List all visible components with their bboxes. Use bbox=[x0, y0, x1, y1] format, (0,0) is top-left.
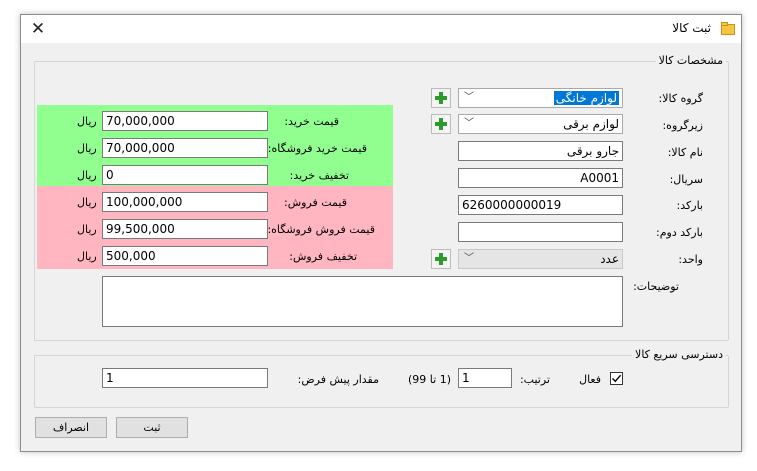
purchase-discount-currency: ریال bbox=[77, 169, 97, 182]
store-sale-price-currency: ریال bbox=[77, 223, 97, 236]
serial-label: سریال: bbox=[669, 173, 703, 186]
description-label: توضیحات: bbox=[633, 280, 679, 293]
check-icon bbox=[612, 374, 622, 383]
folder-icon bbox=[721, 22, 735, 35]
name-label: نام کالا: bbox=[667, 146, 703, 159]
chevron-down-icon: ﹀ bbox=[464, 118, 474, 129]
sale-price-input[interactable]: 100,000,000 bbox=[102, 192, 268, 212]
chevron-down-icon: ﹀ bbox=[464, 92, 474, 103]
order-input[interactable]: 1 bbox=[458, 368, 512, 388]
barcode2-label: بارکد دوم: bbox=[656, 226, 703, 239]
barcode2-input[interactable] bbox=[458, 222, 623, 242]
group-select-value: لوازم خانگی bbox=[553, 91, 619, 105]
add-group-button[interactable] bbox=[431, 88, 451, 108]
purchase-discount-label: تخفیف خرید: bbox=[289, 169, 349, 182]
close-icon: ✕ bbox=[30, 19, 46, 39]
sale-discount-input[interactable]: 500,000 bbox=[102, 246, 268, 266]
subgroup-select-value: لوازم برقی bbox=[563, 117, 619, 131]
barcode-input[interactable]: 6260000000019 bbox=[458, 195, 623, 215]
plus-icon bbox=[435, 253, 447, 265]
order-label: ترتیب: bbox=[519, 373, 550, 386]
purchase-price-currency: ریال bbox=[77, 115, 97, 128]
purchase-price-label: قیمت خرید: bbox=[284, 115, 339, 128]
barcode-label: بارکد: bbox=[676, 199, 703, 212]
window-title: ثبت کالا bbox=[672, 21, 711, 35]
cancel-button[interactable]: انصراف bbox=[35, 417, 107, 438]
purchase-price-input[interactable]: 70,000,000 bbox=[102, 111, 268, 131]
store-purchase-price-currency: ریال bbox=[77, 142, 97, 155]
serial-input[interactable]: A0001 bbox=[458, 168, 623, 188]
plus-icon bbox=[435, 118, 447, 130]
close-button[interactable]: ✕ bbox=[23, 15, 53, 43]
quick-access-legend: دسترسی سریع کالا bbox=[632, 348, 726, 361]
unit-select-value: عدد bbox=[600, 252, 619, 266]
purchase-discount-input[interactable]: 0 bbox=[102, 165, 268, 185]
group-label: گروه کالا: bbox=[658, 92, 703, 105]
active-checkbox[interactable] bbox=[610, 372, 623, 385]
sale-price-currency: ریال bbox=[77, 196, 97, 209]
title-bar: ✕ ثبت کالا bbox=[21, 15, 741, 43]
group-select[interactable]: لوازم خانگی ﹀ bbox=[458, 88, 623, 108]
description-textarea[interactable] bbox=[102, 276, 623, 327]
product-details-legend: مشخصات کالا bbox=[655, 54, 726, 67]
default-qty-input[interactable]: 1 bbox=[102, 368, 268, 388]
sale-price-label: قیمت فروش: bbox=[283, 196, 347, 209]
subgroup-label: زیرگروه: bbox=[662, 119, 703, 132]
add-subgroup-button[interactable] bbox=[431, 114, 451, 134]
store-purchase-price-label: قیمت خرید فروشگاه: bbox=[267, 142, 367, 155]
store-sale-price-label: قیمت فروش فروشگاه: bbox=[267, 223, 375, 236]
product-entry-window: ✕ ثبت کالا مشخصات کالا گروه کالا: لوازم … bbox=[20, 14, 742, 452]
plus-icon bbox=[435, 92, 447, 104]
active-label: فعال bbox=[579, 373, 601, 386]
name-input[interactable]: جارو برقی bbox=[458, 141, 623, 161]
default-qty-label: مقدار پیش فرض: bbox=[297, 373, 379, 386]
subgroup-select[interactable]: لوازم برقی ﹀ bbox=[458, 114, 623, 134]
sale-discount-currency: ریال bbox=[77, 250, 97, 263]
submit-button[interactable]: ثبت bbox=[116, 417, 188, 438]
store-purchase-price-input[interactable]: 70,000,000 bbox=[102, 138, 268, 158]
unit-label: واحد: bbox=[678, 253, 703, 266]
add-unit-button[interactable] bbox=[431, 249, 451, 269]
unit-select[interactable]: عدد ﹀ bbox=[458, 249, 623, 269]
sale-discount-label: تخفیف فروش: bbox=[289, 250, 357, 263]
chevron-down-icon: ﹀ bbox=[464, 253, 474, 264]
store-sale-price-input[interactable]: 99,500,000 bbox=[102, 219, 268, 239]
order-range-hint: (1 تا 99) bbox=[408, 373, 451, 386]
